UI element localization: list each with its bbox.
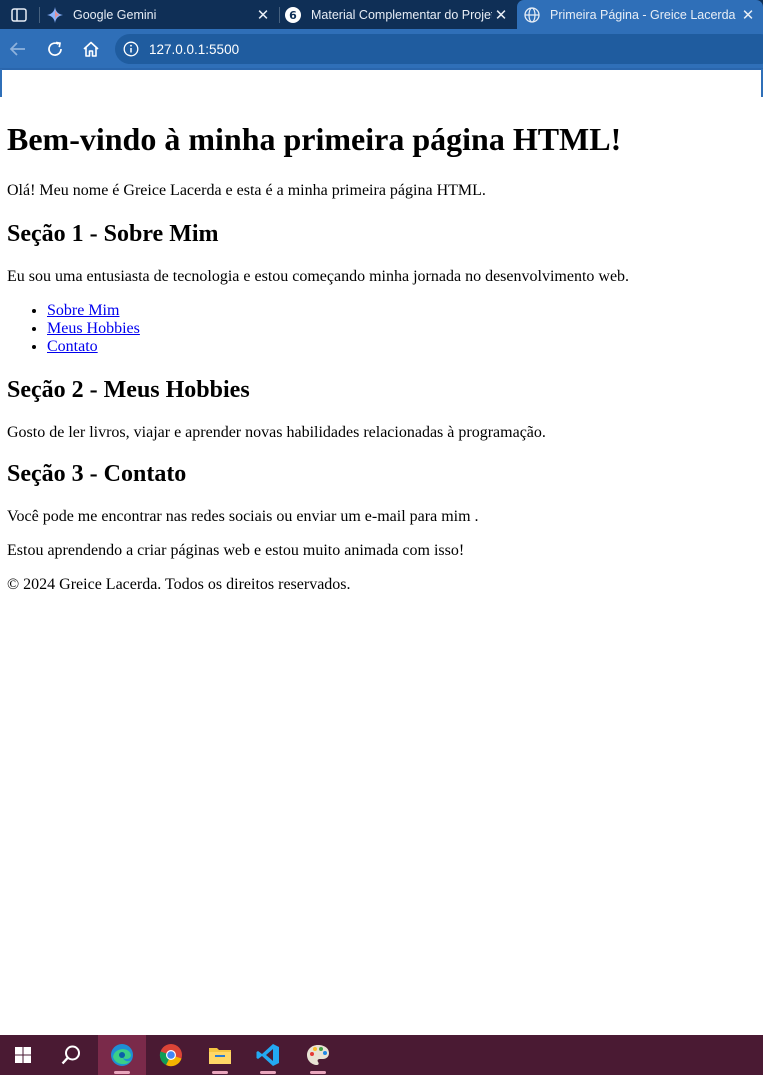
address-bar[interactable]: 127.0.0.1:5500 <box>115 34 763 64</box>
dio-icon: 6 <box>285 6 301 23</box>
nav-list: Sobre Mim Meus Hobbies Contato <box>7 302 757 356</box>
open-indicator <box>260 1071 276 1074</box>
gemini-icon <box>47 6 63 23</box>
intro-paragraph: Olá! Meu nome é Greice Lacerda e esta é … <box>7 182 486 199</box>
link-meus-hobbies[interactable]: Meus Hobbies <box>47 320 140 337</box>
link-contato[interactable]: Contato <box>47 338 98 355</box>
browser-toolbar: 127.0.0.1:5500 <box>0 29 763 69</box>
site-info-icon[interactable] <box>123 41 139 57</box>
tab-google-gemini[interactable]: Google Gemini ✕ <box>40 0 278 29</box>
section3-text: Você pode me encontrar nas redes sociais… <box>7 508 479 525</box>
paint-icon[interactable] <box>296 1035 340 1075</box>
globe-icon <box>524 6 540 23</box>
active-indicator <box>114 1071 130 1074</box>
page-content: Bem-vindo à minha primeira página HTML! … <box>7 100 757 594</box>
list-item: Meus Hobbies <box>47 320 757 338</box>
tab-close-icon[interactable]: ✕ <box>492 6 510 24</box>
page-title: Bem-vindo à minha primeira página HTML! <box>7 121 622 157</box>
tab-title: Primeira Página - Greice Lacerda <box>550 7 736 22</box>
list-item: Contato <box>47 338 757 356</box>
tab-title: Material Complementar do Projeto <box>311 7 492 22</box>
edge-browser-icon[interactable] <box>98 1035 146 1075</box>
vscode-icon[interactable] <box>246 1035 290 1075</box>
tab-primeira-pagina[interactable]: Primeira Página - Greice Lacerda ✕ <box>517 0 763 29</box>
tab-close-icon[interactable]: ✕ <box>254 6 272 24</box>
section1-heading: Seção 1 - Sobre Mim <box>7 221 219 247</box>
tab-actions-icon[interactable] <box>7 4 31 26</box>
section2-heading: Seção 2 - Meus Hobbies <box>7 377 250 403</box>
viewport-edge <box>0 69 2 97</box>
file-explorer-icon[interactable] <box>198 1035 242 1075</box>
toolbar-divider <box>0 68 763 70</box>
back-arrow-icon[interactable] <box>6 37 30 61</box>
footer-text: © 2024 Greice Lacerda. Todos os direitos… <box>7 576 351 593</box>
home-icon[interactable] <box>79 37 103 61</box>
open-indicator <box>310 1071 326 1074</box>
windows-start-icon[interactable] <box>0 1035 46 1075</box>
open-indicator <box>212 1071 228 1074</box>
reload-icon[interactable] <box>43 37 67 61</box>
chrome-icon[interactable] <box>148 1035 194 1075</box>
link-sobre-mim[interactable]: Sobre Mim <box>47 302 119 319</box>
tab-strip: Google Gemini ✕ 6 Material Complementar … <box>0 0 763 29</box>
svg-text:6: 6 <box>289 9 297 22</box>
list-item: Sobre Mim <box>47 302 757 320</box>
address-url: 127.0.0.1:5500 <box>149 41 240 57</box>
section3-heading: Seção 3 - Contato <box>7 461 187 487</box>
windows-taskbar <box>0 1035 763 1075</box>
closing-paragraph: Estou aprendendo a criar páginas web e e… <box>7 542 465 559</box>
section2-text: Gosto de ler livros, viajar e aprender n… <box>7 424 546 441</box>
section1-text: Eu sou uma entusiasta de tecnologia e es… <box>7 268 630 285</box>
tab-material-complementar[interactable]: 6 Material Complementar do Projeto ✕ <box>278 0 516 29</box>
search-icon[interactable] <box>48 1035 94 1075</box>
tab-close-icon[interactable]: ✕ <box>739 6 757 24</box>
tab-title: Google Gemini <box>73 7 157 22</box>
